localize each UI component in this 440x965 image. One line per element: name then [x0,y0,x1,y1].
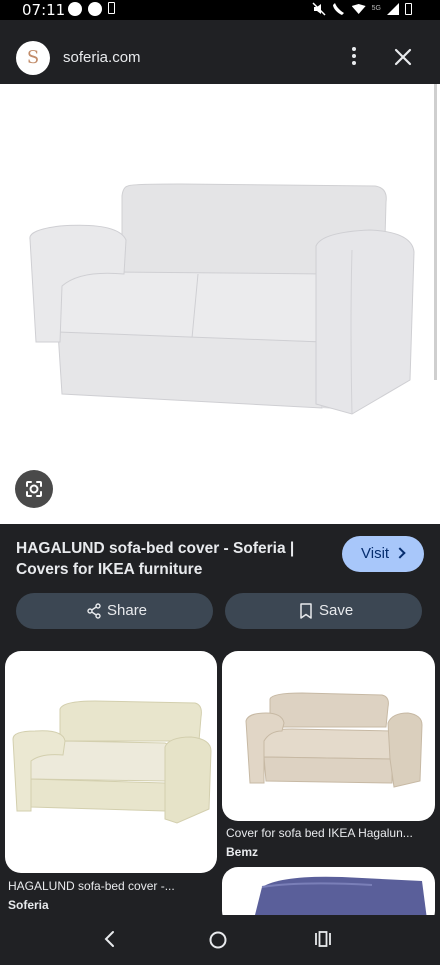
related-image-1 [12,700,212,824]
status-time: 07:11 [22,1,66,19]
save-button[interactable]: Save [225,593,422,629]
related-title-1[interactable]: HAGALUND sofa-bed cover -... [8,879,175,893]
related-card-1[interactable] [5,651,217,873]
system-nav-bar [0,915,440,965]
share-button[interactable]: Share [16,593,213,629]
hero-image[interactable] [0,84,440,524]
wifi-call-icon [332,2,346,16]
site-logo[interactable]: S [16,41,50,75]
more-options-icon[interactable] [348,45,360,69]
related-source-1: Soferia [8,898,49,912]
lens-icon [26,481,42,497]
close-icon[interactable] [392,46,414,68]
home-icon[interactable] [208,930,228,950]
signal-icon [387,3,399,15]
related-title-2[interactable]: Cover for sofa bed IKEA Hagalun... [226,826,413,840]
back-icon[interactable] [102,930,116,948]
mute-icon [312,2,326,16]
sofa-image [29,84,437,415]
save-label: Save [319,602,354,619]
related-source-2: Bemz [226,845,259,859]
chevron-right-icon [394,547,406,559]
bookmark-icon [300,603,312,619]
share-icon [87,603,101,619]
related-card-2[interactable] [222,651,435,821]
visit-label: Visit [361,545,390,562]
chat-bubble-icon [88,2,102,16]
whatsapp-icon [68,2,82,16]
battery-saver-icon [108,2,115,14]
share-label: Share [107,602,148,619]
battery-icon [405,3,412,15]
wifi-icon [351,4,366,14]
google-lens-button[interactable] [15,470,53,508]
site-domain[interactable]: soferia.com [63,49,141,66]
status-bar: 07:11 5G [0,0,440,20]
result-title[interactable]: HAGALUND sofa-bed cover - Soferia | Cove… [16,538,316,580]
url-bar: S soferia.com [0,20,440,84]
recents-icon[interactable] [314,930,332,948]
network-type: 5G [371,5,381,12]
related-image-2 [245,692,423,788]
visit-button[interactable]: Visit [342,536,424,572]
